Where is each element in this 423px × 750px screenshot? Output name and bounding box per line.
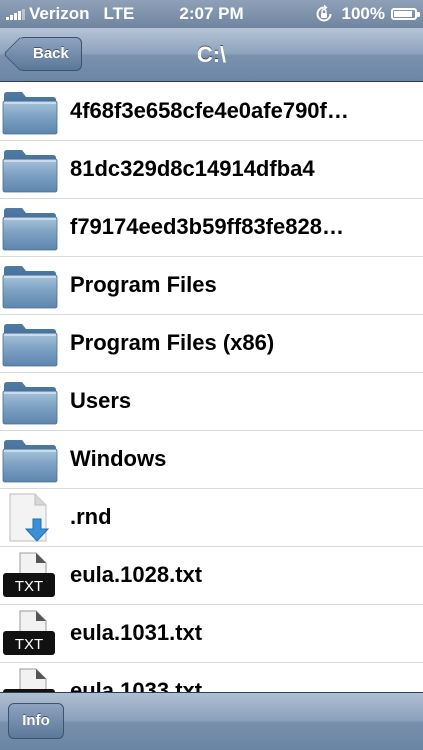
battery-icon <box>391 8 420 20</box>
txt-file-icon: TXT <box>2 667 58 692</box>
file-name: f79174eed3b59ff83fe828… <box>70 214 344 239</box>
info-button[interactable]: Info <box>8 703 64 739</box>
status-bar: Verizon LTE 2:07 PM 100% <box>0 0 423 28</box>
file-type-label: TXT <box>15 578 43 595</box>
list-item[interactable]: TXT eula.1033.txt <box>0 663 423 692</box>
file-name: Windows <box>70 446 167 471</box>
list-item[interactable]: f79174eed3b59ff83fe828… <box>0 199 423 257</box>
folder-icon <box>2 87 58 137</box>
folder-icon <box>2 319 58 369</box>
list-item[interactable]: TXT eula.1028.txt <box>0 547 423 605</box>
file-name: Program Files <box>70 272 217 297</box>
download-file-icon <box>2 493 58 543</box>
txt-file-icon: TXT <box>2 551 58 601</box>
txt-file-icon: TXT <box>2 609 58 659</box>
file-name: 4f68f3e658cfe4e0afe790f… <box>70 98 349 123</box>
list-item[interactable]: Program Files <box>0 257 423 315</box>
navigation-bar: Back C:\ <box>0 28 423 82</box>
folder-icon <box>2 261 58 311</box>
rotation-lock-icon <box>316 4 332 22</box>
page-title: C:\ <box>196 42 227 67</box>
file-name: Program Files (x86) <box>70 330 275 355</box>
file-list[interactable]: 4f68f3e658cfe4e0afe790f… 81dc329d8c14914… <box>0 83 423 692</box>
file-name: 81dc329d8c14914dfba4 <box>70 156 315 181</box>
file-name: Users <box>70 388 132 413</box>
file-name: .rnd <box>70 504 112 529</box>
list-item[interactable]: Users <box>0 373 423 431</box>
file-name: eula.1033.txt <box>70 678 203 692</box>
list-item[interactable]: 4f68f3e658cfe4e0afe790f… <box>0 83 423 141</box>
folder-icon <box>2 203 58 253</box>
folder-icon <box>2 377 58 427</box>
bottom-toolbar: Info <box>0 692 423 750</box>
status-right: 100% <box>314 4 420 24</box>
file-name: eula.1031.txt <box>70 620 203 645</box>
list-item[interactable]: .rnd <box>0 489 423 547</box>
file-type-label: TXT <box>15 636 43 653</box>
folder-icon <box>2 435 58 485</box>
list-item[interactable]: Windows <box>0 431 423 489</box>
list-item[interactable]: TXT eula.1031.txt <box>0 605 423 663</box>
folder-icon <box>2 145 58 195</box>
file-name: eula.1028.txt <box>70 562 203 587</box>
list-item[interactable]: Program Files (x86) <box>0 315 423 373</box>
battery-percent: 100% <box>341 4 385 23</box>
list-item[interactable]: 81dc329d8c14914dfba4 <box>0 141 423 199</box>
